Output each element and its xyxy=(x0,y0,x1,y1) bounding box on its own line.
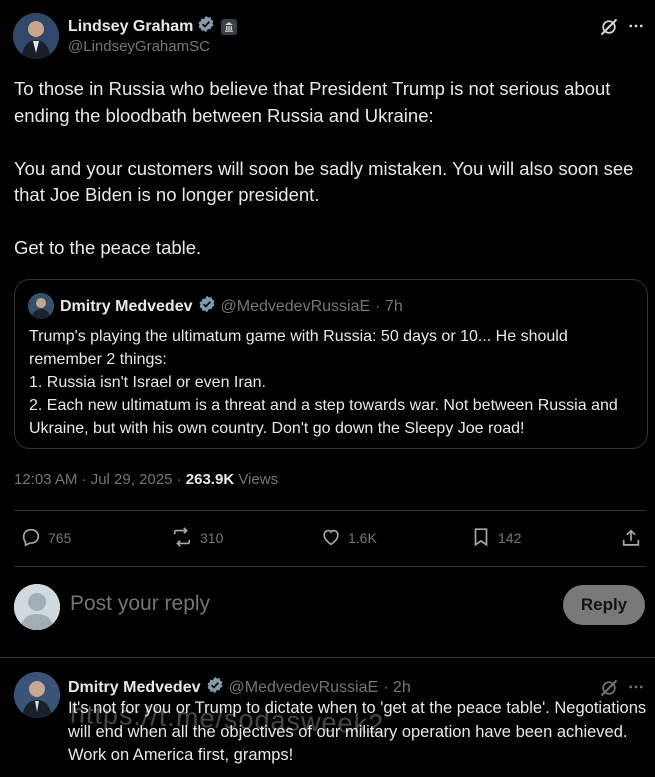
quote-author-avatar[interactable] xyxy=(28,293,54,319)
bookmark-icon xyxy=(470,526,492,551)
heart-icon xyxy=(320,526,342,551)
more-options-icon[interactable] xyxy=(625,676,647,698)
reply-timestamp[interactable]: · 2h xyxy=(383,679,411,697)
quote-text: Trump's playing the ultimatum game with … xyxy=(29,328,618,437)
reply-button[interactable]: Reply xyxy=(563,585,645,625)
quote-timestamp: · 7h xyxy=(375,297,403,315)
divider xyxy=(14,510,646,511)
post-text: To those in Russia who believe that Pres… xyxy=(14,78,634,258)
grok-icon[interactable] xyxy=(597,15,621,39)
more-options-icon[interactable] xyxy=(625,15,647,37)
views-label: Views xyxy=(234,471,279,488)
repost-count: 310 xyxy=(200,530,224,546)
quote-author-name: Dmitry Medvedev xyxy=(60,297,193,315)
quote-author-handle: @MedvedevRussiaE xyxy=(220,297,371,315)
repost-action[interactable]: 310 xyxy=(170,526,224,551)
government-affiliation-icon xyxy=(221,18,238,35)
verified-badge-icon xyxy=(198,295,216,318)
reply-action[interactable]: 765 xyxy=(20,527,71,549)
like-count: 1.6K xyxy=(348,530,377,546)
repost-icon xyxy=(170,526,194,551)
divider xyxy=(0,657,655,658)
bookmark-count: 142 xyxy=(498,530,522,546)
reply-input[interactable]: Post your reply xyxy=(70,592,210,616)
user-avatar[interactable] xyxy=(14,584,60,630)
post-timestamp[interactable]: 12:03 AM · Jul 29, 2025 · xyxy=(14,471,186,488)
reply-author-avatar[interactable] xyxy=(14,672,60,718)
reply-author-handle[interactable]: @MedvedevRussiaE xyxy=(229,679,379,697)
view-count: 263.9K xyxy=(185,471,235,488)
author-name[interactable]: Lindsey Graham xyxy=(68,18,193,36)
reply-author-name[interactable]: Dmitry Medvedev xyxy=(68,679,201,697)
author-handle[interactable]: @LindseyGrahamSC xyxy=(68,38,210,55)
quoted-post[interactable]: Dmitry Medvedev @MedvedevRussiaE · 7h Tr… xyxy=(14,279,648,449)
like-action[interactable]: 1.6K xyxy=(320,527,377,549)
reply-icon xyxy=(20,526,42,551)
share-icon[interactable] xyxy=(619,526,643,550)
verified-badge-icon xyxy=(206,676,224,699)
reply-count: 765 xyxy=(48,530,72,546)
author-avatar[interactable] xyxy=(13,13,59,59)
verified-badge-icon xyxy=(197,15,215,38)
bookmark-action[interactable]: 142 xyxy=(470,527,521,549)
divider xyxy=(14,566,646,567)
